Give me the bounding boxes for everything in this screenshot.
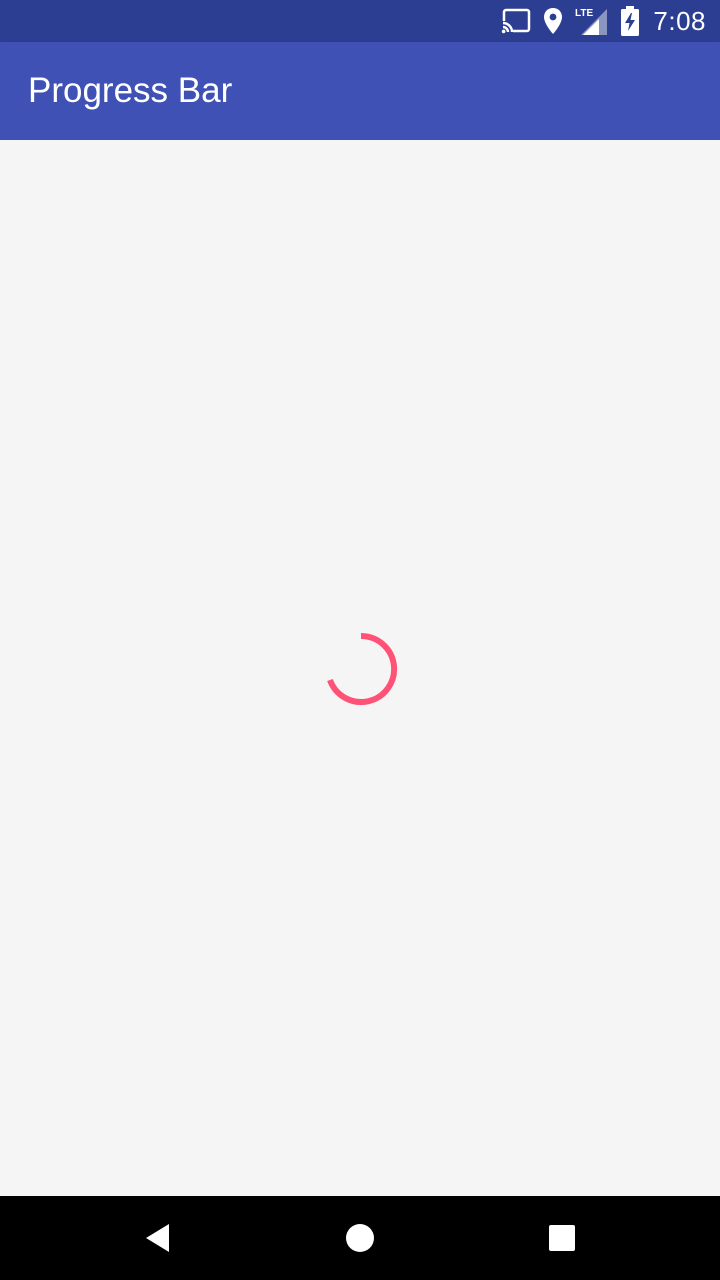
navigation-bar [0,1196,720,1280]
back-button[interactable] [108,1196,208,1280]
main-content [0,140,720,1196]
progress-spinner [327,632,398,705]
signal-icon: LTE [575,6,609,36]
back-icon [146,1224,169,1252]
cast-icon [501,8,531,34]
home-icon [346,1224,374,1252]
status-bar: LTE 7:08 [0,0,720,42]
battery-charging-icon [621,6,640,36]
recents-icon [549,1225,575,1251]
status-time: 7:08 [653,5,706,36]
app-bar: Progress Bar [0,42,720,140]
status-icons: LTE 7:08 [489,0,706,42]
recents-button[interactable] [512,1196,612,1280]
network-label: LTE [575,8,593,19]
page-title: Progress Bar [28,71,233,110]
home-button[interactable] [310,1196,410,1280]
location-icon [543,7,563,35]
